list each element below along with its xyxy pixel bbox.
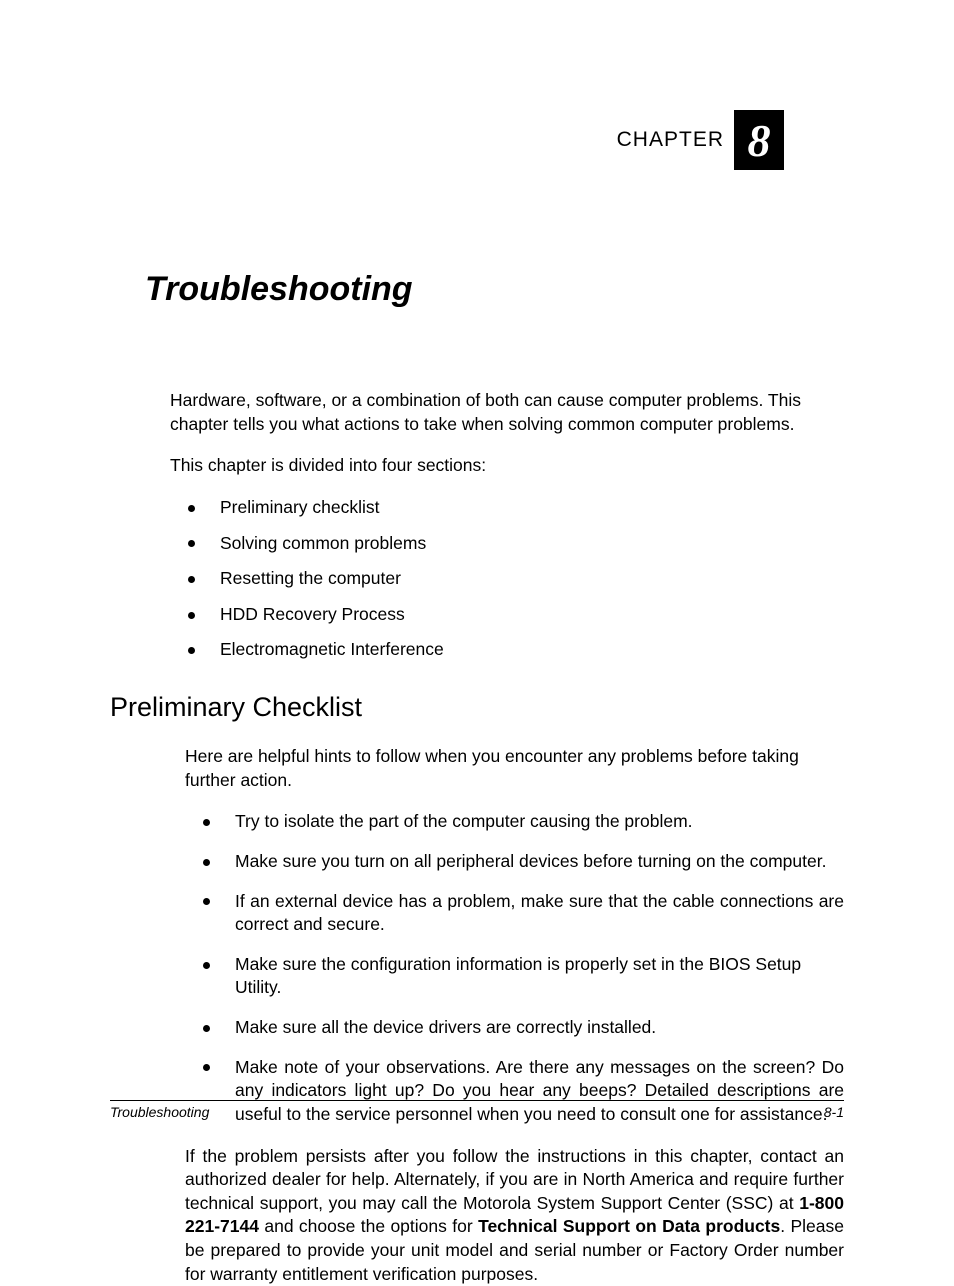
- list-item: HDD Recovery Process: [170, 603, 844, 627]
- preliminary-lead: Here are helpful hints to follow when yo…: [185, 745, 844, 792]
- chapter-header: CHAPTER 8: [110, 110, 784, 170]
- list-item: Try to isolate the part of the computer …: [185, 810, 844, 834]
- closing-mid: and choose the options for: [259, 1216, 478, 1236]
- page-footer: Troubleshooting 8-1: [110, 1100, 844, 1120]
- preliminary-body: Here are helpful hints to follow when yo…: [185, 745, 844, 1286]
- list-item: Preliminary checklist: [170, 496, 844, 520]
- footer-left: Troubleshooting: [110, 1104, 209, 1120]
- list-item: Make sure you turn on all peripheral dev…: [185, 850, 844, 874]
- intro-paragraph-2: This chapter is divided into four sectio…: [170, 454, 844, 478]
- chapter-title: Troubleshooting: [145, 270, 844, 309]
- list-item: Make sure all the device drivers are cor…: [185, 1016, 844, 1040]
- list-item: Electromagnetic Interference: [170, 638, 844, 662]
- preliminary-closing: If the problem persists after you follow…: [185, 1145, 844, 1286]
- sections-list: Preliminary checklist Solving common pro…: [170, 496, 844, 662]
- list-item: If an external device has a problem, mak…: [185, 890, 844, 937]
- list-item: Make sure the configuration information …: [185, 953, 844, 1000]
- chapter-label: CHAPTER: [617, 128, 724, 152]
- intro-paragraph-1: Hardware, software, or a combination of …: [170, 389, 844, 436]
- footer-right: 8-1: [824, 1104, 844, 1120]
- document-page: CHAPTER 8 Troubleshooting Hardware, soft…: [0, 0, 954, 1235]
- chapter-number-box: 8: [734, 110, 784, 170]
- closing-bold2: Technical Support on Data products: [478, 1216, 780, 1236]
- section-heading-preliminary: Preliminary Checklist: [110, 692, 844, 723]
- list-item: Resetting the computer: [170, 567, 844, 591]
- preliminary-items: Try to isolate the part of the computer …: [185, 810, 844, 1126]
- intro-block: Hardware, software, or a combination of …: [170, 389, 844, 662]
- closing-pre: If the problem persists after you follow…: [185, 1146, 844, 1213]
- list-item: Solving common problems: [170, 532, 844, 556]
